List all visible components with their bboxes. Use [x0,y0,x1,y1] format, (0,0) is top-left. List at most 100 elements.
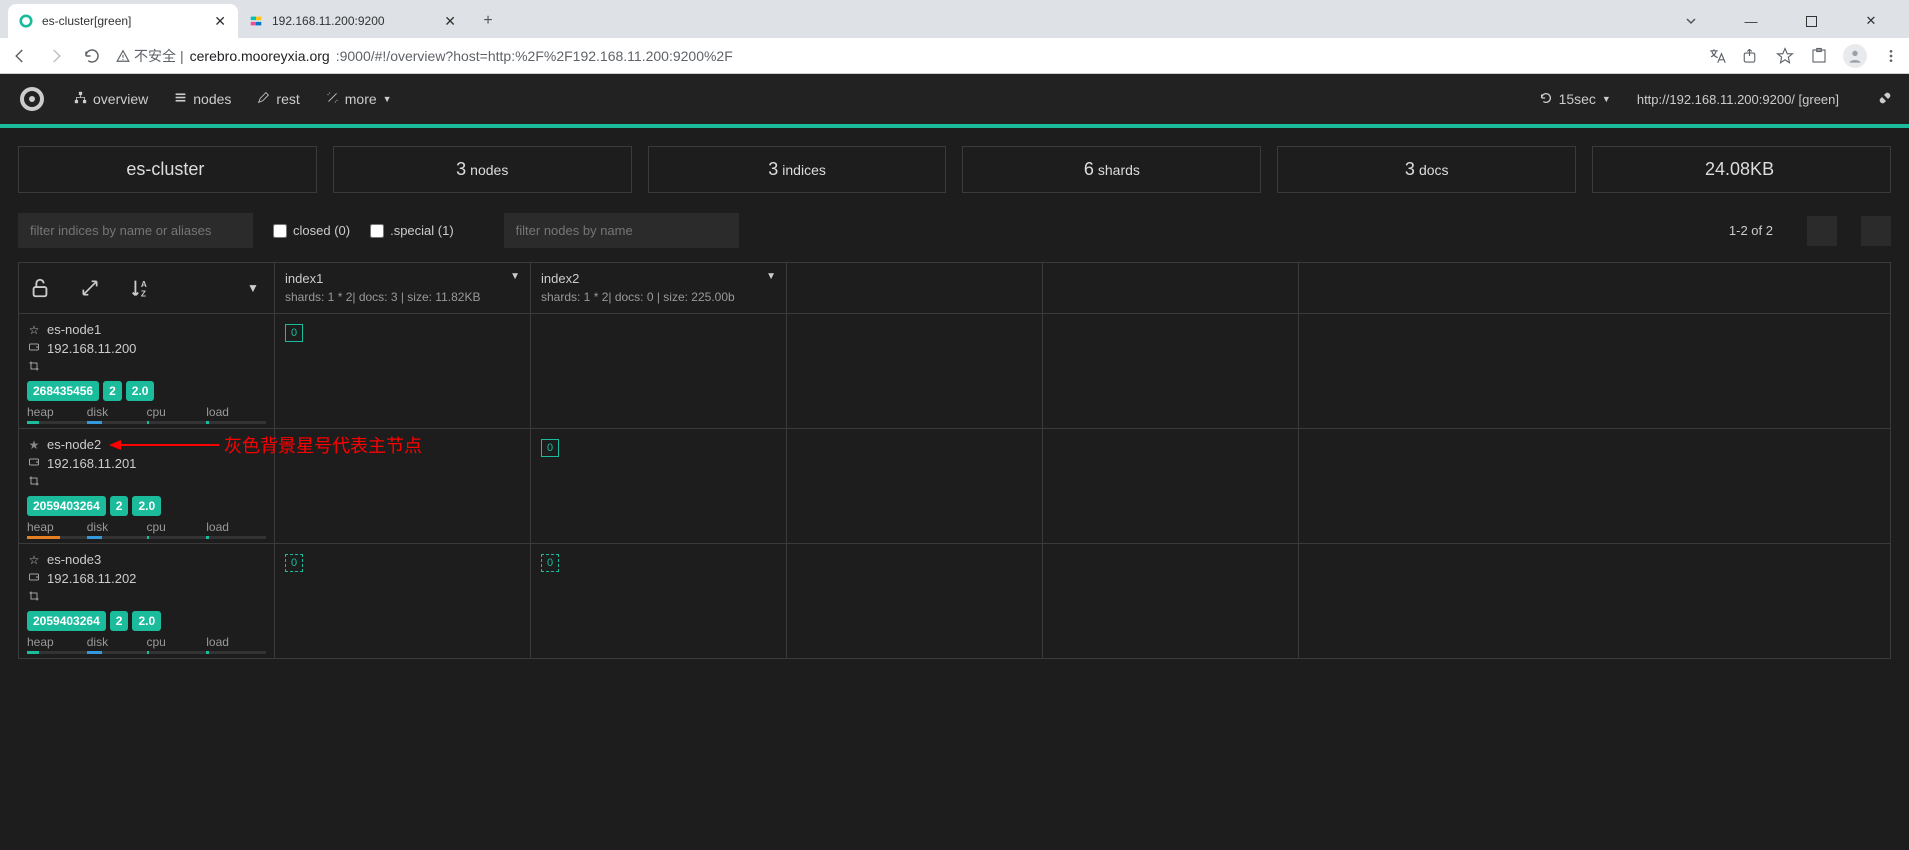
close-window-button[interactable]: ✕ [1849,6,1893,36]
badge: 2 [103,381,122,401]
shard-box[interactable]: 0 [541,439,559,457]
page-next-button[interactable] [1861,216,1891,246]
node-tools-header: AZ ▼ [19,263,275,313]
shard-cell [531,314,787,428]
badge: 2059403264 [27,496,106,516]
node-name[interactable]: es-node3 [47,552,101,567]
menu-icon[interactable] [1881,46,1901,66]
crop-icon [27,360,41,375]
badge: 2.0 [126,381,155,401]
stat-indices[interactable]: 3indices [648,146,947,193]
shard-box-replica[interactable]: 0 [285,554,303,572]
chevron-down-icon[interactable] [1669,6,1713,36]
shard-box[interactable]: 0 [285,324,303,342]
browser-tab-1[interactable]: 192.168.11.200:9200 ✕ [238,4,468,38]
shard-cell: 0 [275,314,531,428]
badge: 268435456 [27,381,99,401]
metric-label: heap [27,405,87,419]
stat-cluster-name[interactable]: es-cluster [18,146,317,193]
badge: 2 [110,611,129,631]
back-button[interactable] [8,44,32,68]
stat-docs[interactable]: 3docs [1277,146,1576,193]
shard-box-replica[interactable]: 0 [541,554,559,572]
minimize-button[interactable]: ― [1729,6,1773,36]
sort-az-icon[interactable]: AZ [129,277,151,299]
browser-chrome: es-cluster[green] ✕ 192.168.11.200:9200 … [0,0,1909,74]
node-info: ★es-node2 192.168.11.201 2059403264 2 2.… [19,429,275,543]
node-row-1: ★es-node2 192.168.11.201 2059403264 2 2.… [19,429,1890,544]
stat-nodes[interactable]: 3nodes [333,146,632,193]
caret-down-icon[interactable]: ▼ [510,271,520,282]
node-ip: 192.168.11.201 [47,456,136,471]
address-bar[interactable]: 不安全 | cerebro.mooreyxia.org:9000/#!/over… [116,46,1695,66]
forward-button[interactable] [44,44,68,68]
badge: 2059403264 [27,611,106,631]
index-header-1[interactable]: index2 ▼ shards: 1 * 2| docs: 0 | size: … [531,263,787,313]
app-navbar: overview nodes rest more ▼ 15sec ▼ http:… [0,74,1909,124]
node-name[interactable]: es-node1 [47,322,101,337]
sitemap-icon [74,91,87,107]
index-name: index1 [285,271,520,286]
page-info: 1-2 of 2 [1729,223,1773,238]
share-icon[interactable] [1741,46,1761,66]
extensions-icon[interactable] [1809,46,1829,66]
nav-nodes[interactable]: nodes [174,91,231,107]
profile-avatar[interactable] [1843,44,1867,68]
favicon-cerebro-icon [18,13,34,29]
connect-icon[interactable] [1877,90,1893,109]
reload-button[interactable] [80,44,104,68]
close-icon[interactable]: ✕ [442,11,458,32]
metric-label: cpu [147,405,207,419]
metric-label: load [206,635,266,649]
pencil-icon [257,91,270,107]
page-prev-button[interactable] [1807,216,1837,246]
caret-down-icon[interactable]: ▼ [242,277,264,299]
stat-size[interactable]: 24.08KB [1592,146,1891,193]
stat-shards[interactable]: 6shards [962,146,1261,193]
nav-rest[interactable]: rest [257,91,299,107]
disk-icon [27,341,41,356]
nav-overview[interactable]: overview [74,91,148,107]
new-tab-button[interactable]: + [474,7,502,35]
host-status[interactable]: http://192.168.11.200:9200/ [green] [1637,92,1839,107]
index-header-0[interactable]: index1 ▼ shards: 1 * 2| docs: 3 | size: … [275,263,531,313]
badge: 2.0 [132,611,161,631]
empty-header [1043,263,1299,313]
caret-down-icon[interactable]: ▼ [766,271,776,282]
metric-label: disk [87,520,147,534]
crop-icon [27,590,41,605]
metric-label: cpu [147,635,207,649]
not-secure-warning: 不安全 | [116,46,184,66]
filter-nodes-input[interactable] [504,213,739,248]
stats-row: es-cluster 3nodes 3indices 6shards 3docs… [0,128,1909,205]
overview-grid: AZ ▼ index1 ▼ shards: 1 * 2| docs: 3 | s… [18,262,1891,659]
shard-cell [275,429,531,543]
close-icon[interactable]: ✕ [212,11,228,32]
cerebro-logo-icon[interactable] [16,83,48,115]
window-controls: ― ✕ [1669,4,1909,38]
filter-indices-input[interactable] [18,213,253,248]
badge: 2 [110,496,129,516]
star-outline-icon: ☆ [27,553,41,567]
refresh-icon [1539,91,1553,108]
filter-special-checkbox[interactable]: .special (1) [370,223,454,238]
maximize-button[interactable] [1789,6,1833,36]
node-name[interactable]: es-node2 [47,437,101,452]
star-icon[interactable] [1775,46,1795,66]
star-outline-icon: ☆ [27,323,41,337]
toolbar-right [1707,44,1901,68]
node-row-2: ☆ es-node3 192.168.11.202 2059403264 2 2.… [19,544,1890,658]
star-fill-icon: ★ [27,438,41,452]
node-ip: 192.168.11.202 [47,571,136,586]
shard-cell: 0 [275,544,531,658]
grid-header-row: AZ ▼ index1 ▼ shards: 1 * 2| docs: 3 | s… [19,263,1890,314]
filter-closed-checkbox[interactable]: closed (0) [273,223,350,238]
expand-icon[interactable] [79,277,101,299]
lock-icon[interactable] [29,277,51,299]
nav-more[interactable]: more ▼ [326,91,392,107]
svg-text:A: A [141,280,147,289]
url-path: :9000/#!/overview?host=http:%2F%2F192.16… [336,48,733,64]
translate-icon[interactable] [1707,46,1727,66]
refresh-interval[interactable]: 15sec ▼ [1539,91,1611,108]
browser-tab-0[interactable]: es-cluster[green] ✕ [8,4,238,38]
